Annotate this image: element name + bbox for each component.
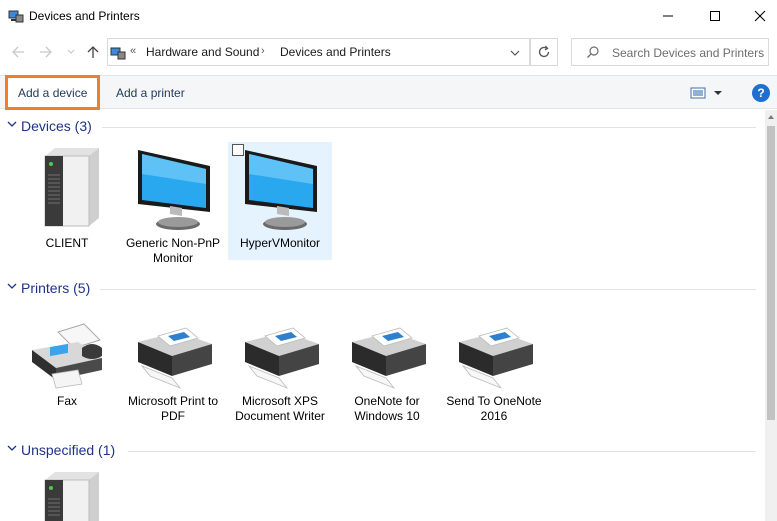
close-button[interactable] xyxy=(737,0,777,32)
group-divider xyxy=(102,127,756,128)
printer-item[interactable]: Send To OneNote 2016 xyxy=(442,314,546,438)
scroll-up-button[interactable] xyxy=(765,110,777,124)
minimize-icon xyxy=(663,15,673,17)
breadcrumb-separator[interactable]: › xyxy=(261,45,265,57)
group-header-devices[interactable]: Devices (3) xyxy=(0,117,760,137)
change-view-button[interactable] xyxy=(690,85,726,101)
printer-label: Microsoft Print to PDF xyxy=(127,394,219,423)
arrow-up-icon xyxy=(87,46,99,58)
address-dropdown-button[interactable] xyxy=(508,46,522,60)
device-label: HyperVMonitor xyxy=(239,236,321,250)
address-overflow-chevron[interactable]: « xyxy=(130,45,136,57)
printer-item[interactable]: Fax xyxy=(15,314,119,426)
computer-tower-icon xyxy=(44,148,99,227)
computer-tower-icon xyxy=(44,472,99,521)
group-title: Devices (3) xyxy=(21,118,92,134)
printer-icon xyxy=(459,327,533,389)
chevron-down-icon[interactable] xyxy=(7,120,17,128)
group-divider xyxy=(100,289,756,290)
search-icon xyxy=(587,46,599,58)
chevron-down-icon[interactable] xyxy=(7,444,17,452)
device-item[interactable]: Generic Non-PnP Monitor xyxy=(121,144,225,270)
up-button[interactable] xyxy=(84,42,102,62)
fax-icon xyxy=(32,323,102,389)
recent-locations-button[interactable] xyxy=(62,42,80,62)
maximize-button[interactable] xyxy=(692,0,738,32)
monitor-icon xyxy=(138,150,210,230)
chevron-down-icon xyxy=(510,50,520,56)
printer-item[interactable]: OneNote for Windows 10 xyxy=(335,314,439,438)
devices-printers-icon xyxy=(8,10,24,23)
printer-label: Fax xyxy=(56,394,77,408)
vertical-scrollbar[interactable] xyxy=(765,110,777,521)
device-label: CLIENT xyxy=(45,236,89,250)
address-bar[interactable]: « Hardware and Sound › Devices and Print… xyxy=(107,38,530,66)
group-header-unspecified[interactable]: Unspecified (1) xyxy=(0,441,760,461)
back-button[interactable] xyxy=(9,42,27,62)
search-box[interactable]: Search Devices and Printers xyxy=(571,38,769,66)
maximize-icon xyxy=(710,11,720,21)
chevron-down-icon xyxy=(67,49,75,54)
printer-label: OneNote for Windows 10 xyxy=(354,394,420,423)
title-bar: Devices and Printers xyxy=(0,0,777,32)
refresh-button[interactable] xyxy=(530,38,558,66)
content-area: Devices (3) CLIENT Generic Non-PnP Monit… xyxy=(0,110,765,521)
device-item[interactable]: CLIENT xyxy=(15,144,119,262)
help-button[interactable]: ? xyxy=(752,84,770,102)
printer-item[interactable]: Microsoft Print to PDF xyxy=(121,314,225,438)
search-input[interactable]: Search Devices and Printers xyxy=(612,46,764,60)
monitor-icon xyxy=(245,150,317,230)
group-title: Unspecified (1) xyxy=(21,442,116,458)
navigation-bar: « Hardware and Sound › Devices and Print… xyxy=(0,32,777,72)
breadcrumb-hardware-and-sound[interactable]: Hardware and Sound xyxy=(146,45,259,59)
device-label: Generic Non-PnP Monitor xyxy=(125,236,221,265)
chevron-up-icon xyxy=(768,115,774,119)
printer-icon xyxy=(138,327,212,389)
close-icon xyxy=(754,10,766,22)
add-printer-button[interactable]: Add a printer xyxy=(106,76,195,109)
unspecified-item[interactable] xyxy=(15,468,119,521)
selection-checkbox[interactable] xyxy=(232,144,244,156)
view-options-icon xyxy=(690,87,722,99)
printer-item[interactable]: Microsoft XPS Document Writer xyxy=(228,314,332,438)
group-title: Printers (5) xyxy=(21,280,91,296)
group-divider xyxy=(128,451,756,452)
device-item-selected[interactable]: HyperVMonitor xyxy=(228,142,332,260)
command-bar: Add a device Add a printer ? xyxy=(0,75,777,110)
printer-icon xyxy=(245,327,319,389)
add-device-button[interactable]: Add a device xyxy=(5,75,101,110)
arrow-right-icon xyxy=(40,46,52,58)
arrow-left-icon xyxy=(12,46,24,58)
chevron-down-icon[interactable] xyxy=(7,282,17,290)
forward-button[interactable] xyxy=(37,42,55,62)
group-header-printers[interactable]: Printers (5) xyxy=(0,279,760,299)
scroll-thumb[interactable] xyxy=(767,126,775,420)
window-title: Devices and Printers xyxy=(29,9,140,23)
printer-label: Send To OneNote 2016 xyxy=(446,394,542,423)
devices-printers-icon xyxy=(110,47,126,60)
printer-icon xyxy=(352,327,426,389)
minimize-button[interactable] xyxy=(645,0,691,32)
printer-label: Microsoft XPS Document Writer xyxy=(235,394,325,423)
refresh-icon xyxy=(538,45,550,58)
breadcrumb-devices-and-printers[interactable]: Devices and Printers xyxy=(280,45,391,59)
